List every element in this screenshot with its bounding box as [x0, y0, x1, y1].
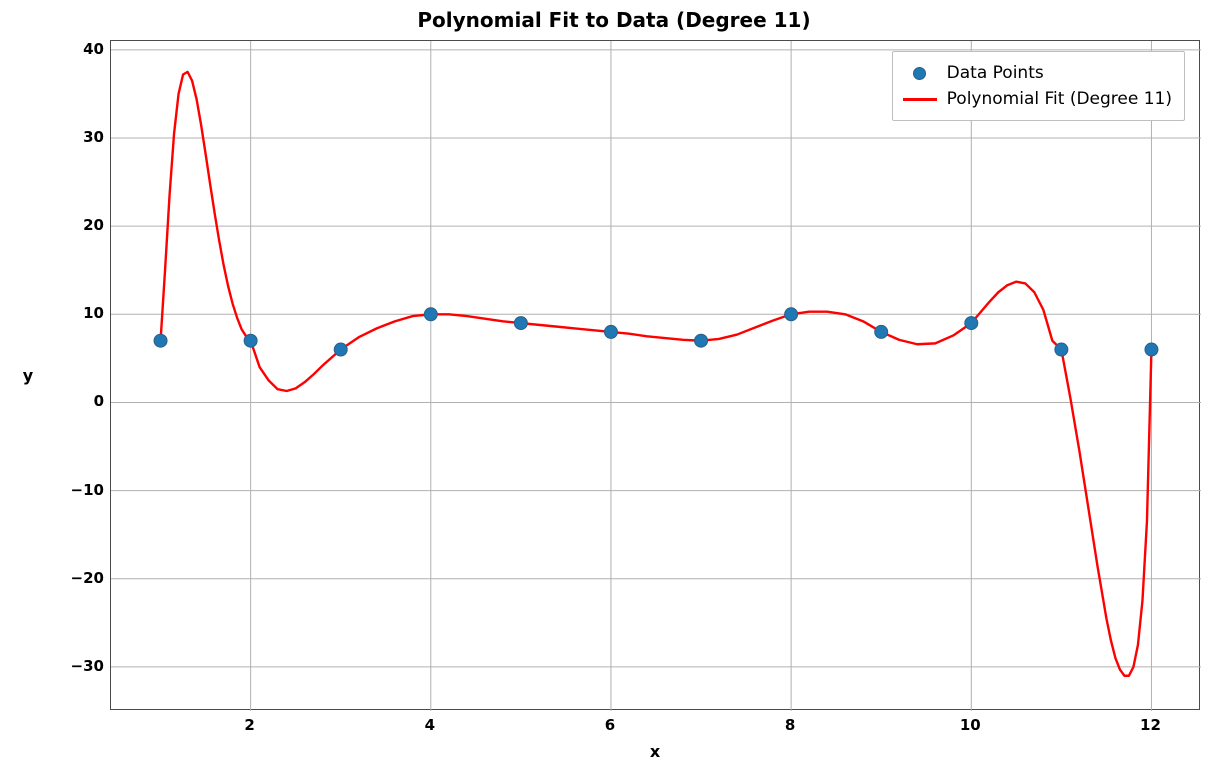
y-tick-label: −10 [44, 481, 104, 499]
x-tick-label: 12 [1140, 716, 1161, 734]
data-point [244, 334, 257, 347]
y-tick-label: 30 [44, 128, 104, 146]
y-tick-label: 10 [44, 304, 104, 322]
x-axis-label: x [110, 742, 1200, 761]
plot-area: Data Points Polynomial Fit (Degree 11) [110, 40, 1200, 710]
y-tick-label: 40 [44, 40, 104, 58]
x-tick-label: 8 [785, 716, 795, 734]
polyfit-line [161, 72, 1152, 676]
plot-svg [111, 41, 1201, 711]
x-tick-label: 4 [425, 716, 435, 734]
legend-label: Data Points [947, 63, 1044, 83]
data-point [785, 308, 798, 321]
y-tick-label: −20 [44, 569, 104, 587]
y-axis-label: y [18, 40, 38, 710]
data-point [965, 317, 978, 330]
data-point [424, 308, 437, 321]
legend-label: Polynomial Fit (Degree 11) [947, 89, 1172, 109]
data-point [604, 325, 617, 338]
x-tick-label: 2 [244, 716, 254, 734]
chart-title: Polynomial Fit to Data (Degree 11) [0, 8, 1228, 32]
x-tick-label: 10 [960, 716, 981, 734]
y-tick-label: 0 [44, 392, 104, 410]
data-point [1055, 343, 1068, 356]
legend: Data Points Polynomial Fit (Degree 11) [892, 51, 1185, 121]
legend-item-data-points: Data Points [903, 60, 1172, 86]
legend-item-poly-fit: Polynomial Fit (Degree 11) [903, 86, 1172, 112]
line-swatch-icon [903, 89, 937, 109]
y-tick-label: −30 [44, 657, 104, 675]
data-point [154, 334, 167, 347]
data-point [875, 325, 888, 338]
x-tick-label: 6 [605, 716, 615, 734]
data-point [514, 317, 527, 330]
y-tick-label: 20 [44, 216, 104, 234]
data-point [334, 343, 347, 356]
data-point [1145, 343, 1158, 356]
scatter-marker-icon [903, 63, 937, 83]
chart-figure: Polynomial Fit to Data (Degree 11) y Dat… [0, 0, 1228, 772]
data-point [695, 334, 708, 347]
